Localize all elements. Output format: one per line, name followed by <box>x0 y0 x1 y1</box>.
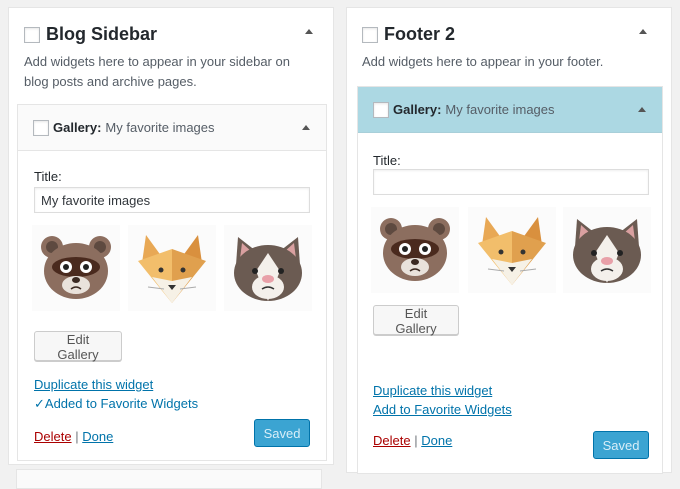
delete-link[interactable]: Delete <box>34 429 72 444</box>
gallery-image-cat <box>224 225 312 311</box>
gallery-widget: Gallery: My favorite images Title: <box>17 104 327 461</box>
widget-area-footer-2: Footer 2 Add widgets here to appear in y… <box>346 7 672 474</box>
gallery-image-fox <box>468 207 556 293</box>
collapse-arrow-icon[interactable] <box>305 29 313 34</box>
gallery-widget: Gallery: My favorite images Title: <box>357 86 663 474</box>
widget-collapse-arrow-icon[interactable] <box>302 125 310 130</box>
next-widget-stub <box>16 469 322 489</box>
widget-area-blog-sidebar: Blog Sidebar Add widgets here to appear … <box>8 7 334 465</box>
widget-area-title[interactable]: Blog Sidebar <box>24 24 157 45</box>
widget-checkbox[interactable] <box>33 119 49 136</box>
raccoon-icon <box>380 218 450 281</box>
widget-collapse-arrow-icon[interactable] <box>638 107 646 112</box>
widget-area-title[interactable]: Footer 2 <box>362 24 455 45</box>
area-title-text: Blog Sidebar <box>46 24 158 44</box>
cat-icon <box>573 219 641 283</box>
widget-name: Gallery: <box>53 120 102 135</box>
widget-controls: Delete | Done <box>373 433 452 448</box>
raccoon-icon <box>41 236 111 299</box>
area-description: Add widgets here to appear in your foote… <box>362 54 604 69</box>
widget-checkbox[interactable] <box>373 101 389 118</box>
saved-button[interactable]: Saved <box>254 419 310 447</box>
fox-icon <box>478 217 546 285</box>
done-link[interactable]: Done <box>421 433 452 448</box>
title-label: Title: <box>34 169 62 184</box>
gallery-image-fox <box>128 225 216 311</box>
duplicate-widget-link[interactable]: Duplicate this widget <box>373 383 492 398</box>
separator: | <box>75 429 79 444</box>
added-to-favorites-status: ✓Added to Favorite Widgets <box>34 396 199 411</box>
widget-subtitle: My favorite images <box>445 102 555 117</box>
separator: | <box>414 433 418 448</box>
done-link[interactable]: Done <box>82 429 113 444</box>
add-to-favorites-link[interactable]: Add to Favorite Widgets <box>373 402 512 417</box>
widget-controls: Delete | Done <box>34 429 113 444</box>
gallery-image-raccoon <box>371 207 459 293</box>
edit-gallery-button[interactable]: Edit Gallery <box>34 331 122 362</box>
widget-header[interactable]: Gallery: My favorite images <box>358 87 662 133</box>
edit-gallery-button[interactable]: Edit Gallery <box>373 305 459 336</box>
duplicate-widget-link[interactable]: Duplicate this widget <box>34 377 153 392</box>
widget-subtitle: My favorite images <box>105 120 215 135</box>
saved-button[interactable]: Saved <box>593 431 649 459</box>
area-description: Add widgets here to appear in your sideb… <box>24 54 290 89</box>
area-title-text: Footer 2 <box>384 24 456 44</box>
fox-icon <box>138 235 206 303</box>
area-checkbox[interactable] <box>362 26 378 43</box>
cat-icon <box>234 237 302 301</box>
widget-header[interactable]: Gallery: My favorite images <box>18 105 326 151</box>
title-input[interactable] <box>373 169 649 195</box>
title-label: Title: <box>373 153 401 168</box>
gallery-image-cat <box>563 207 651 293</box>
widget-name: Gallery: <box>393 102 442 117</box>
collapse-arrow-icon[interactable] <box>639 29 647 34</box>
title-input[interactable] <box>34 187 310 213</box>
gallery-image-raccoon <box>32 225 120 311</box>
delete-link[interactable]: Delete <box>373 433 411 448</box>
area-checkbox[interactable] <box>24 26 40 43</box>
